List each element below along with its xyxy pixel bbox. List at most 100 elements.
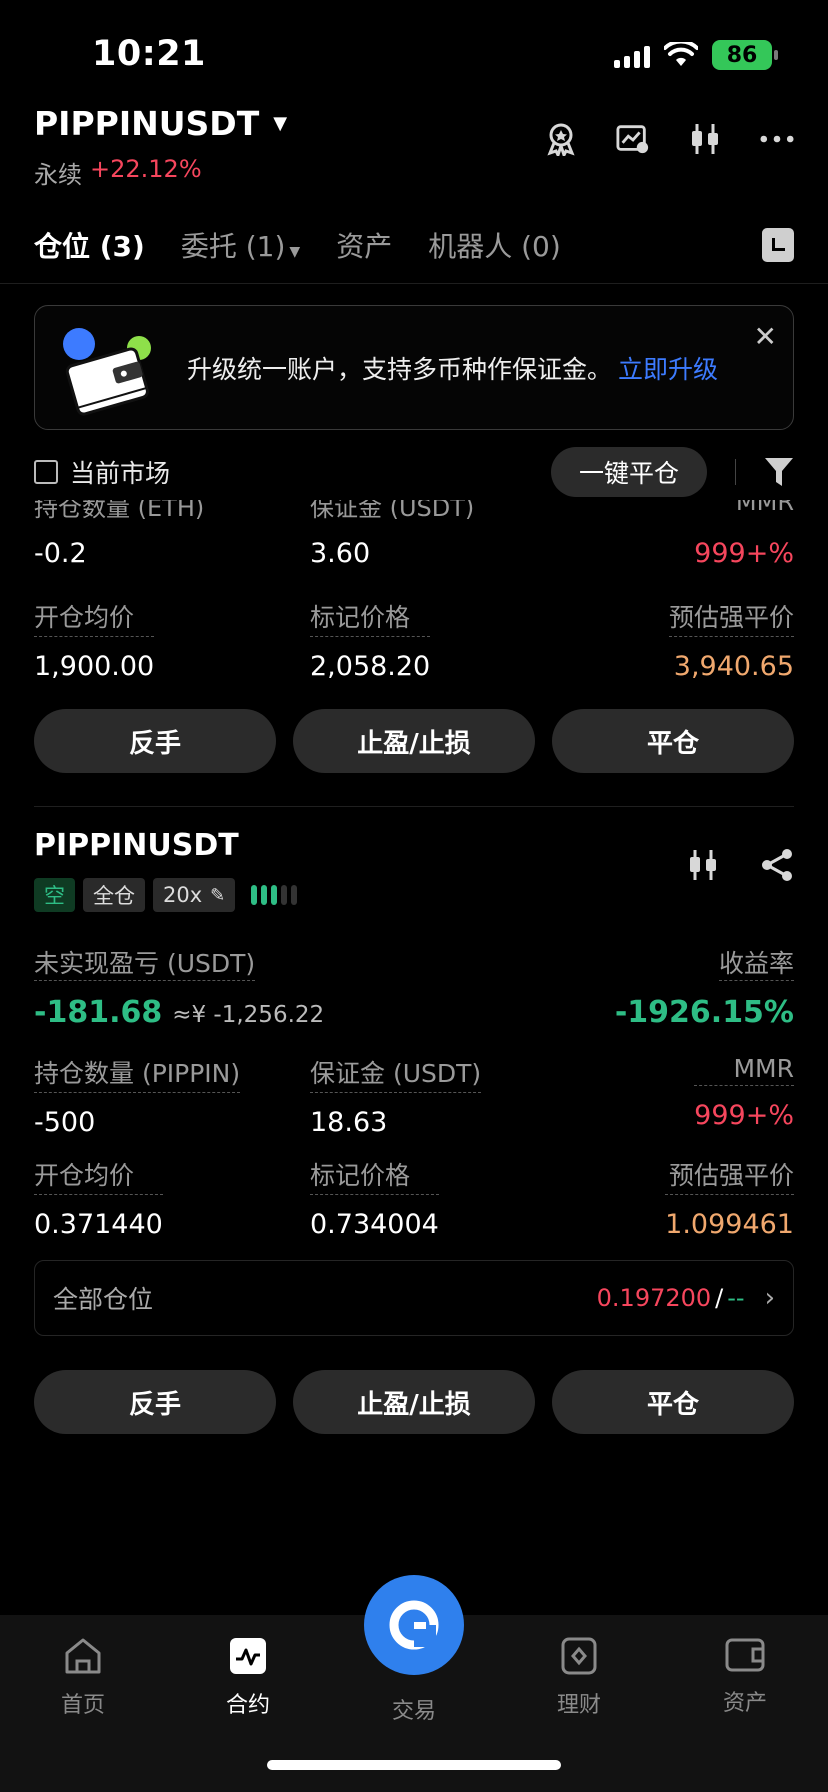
nav-home-label: 首页 — [60, 1693, 105, 1718]
mark-price-label: 标记价格 — [310, 598, 431, 637]
share-icon[interactable] — [760, 848, 794, 882]
mark-price-label: 标记价格 — [310, 1156, 439, 1195]
status-bar: 10:21 86 — [0, 0, 828, 110]
home-indicator — [267, 1760, 561, 1770]
unrealized-pnl-label: 未实现盈亏 (USDT) — [34, 944, 256, 981]
tab-bots[interactable]: 机器人 (0) — [428, 225, 561, 265]
tpsl-button[interactable]: 止盈/止损 — [293, 709, 535, 773]
chart-settings-icon[interactable] — [616, 122, 650, 156]
close-all-button[interactable]: 一键平仓 — [550, 447, 707, 497]
unrealized-pnl-value: -181.68 — [34, 995, 163, 1030]
leverage-badge[interactable]: 20x ✎ — [153, 878, 236, 912]
tab-assets-label: 资产 — [336, 230, 393, 263]
tab-assets[interactable]: 资产 — [336, 225, 392, 265]
margin-label: 保证金 (USDT) — [310, 1054, 482, 1093]
pair-header: PIPPINUSDT ▼ 永续 +22.12% — [34, 104, 794, 189]
position2-actions: 反手 止盈/止损 平仓 — [34, 1370, 794, 1434]
entry-price-label: 开仓均价 — [34, 1156, 163, 1195]
tpsl-button[interactable]: 止盈/止损 — [293, 1370, 535, 1434]
candlestick-icon[interactable] — [686, 848, 720, 882]
tab-orders[interactable]: 委托 (1) ▼ — [181, 225, 300, 265]
unrealized-pnl-cny: ≈¥ -1,256.22 — [172, 1002, 325, 1028]
entry-price-value: 1,900.00 — [34, 651, 155, 682]
header-actions — [544, 122, 794, 156]
position2-tags: 空 全仓 20x ✎ — [34, 878, 298, 912]
mmr-value: 999+% — [694, 1100, 794, 1131]
margin-value: 18.63 — [310, 1107, 388, 1138]
upgrade-banner[interactable]: 升级统一账户，支持多币种作保证金。 立即升级 ✕ — [34, 305, 794, 430]
liq-price-label: 预估强平价 — [665, 1156, 794, 1195]
side-badge: 空 — [34, 878, 75, 912]
wifi-icon — [664, 42, 698, 66]
mmr-value: 999+% — [694, 538, 794, 569]
all-positions-label: 全部仓位 — [53, 1285, 154, 1314]
qty-value: -500 — [34, 1107, 96, 1138]
roe-block: 收益率 -1926.15% — [615, 944, 794, 1030]
trade-icon — [389, 1600, 439, 1650]
all-positions-separator: / — [715, 1284, 724, 1312]
close-position-button[interactable]: 平仓 — [552, 1370, 794, 1434]
liq-price-value: 3,940.65 — [673, 651, 794, 682]
chevron-right-icon: › — [764, 1283, 775, 1313]
history-icon[interactable] — [762, 228, 794, 262]
more-icon[interactable] — [760, 122, 794, 156]
nav-assets[interactable]: 资产 — [690, 1637, 800, 1717]
caret-down-icon: ▼ — [289, 244, 301, 260]
divider — [34, 806, 794, 807]
all-positions-row[interactable]: 全部仓位 0.197200 / -- › — [34, 1260, 794, 1336]
current-market-checkbox[interactable] — [34, 460, 58, 484]
margin-mode-badge: 全仓 — [83, 878, 145, 912]
banner-message: 升级统一账户，支持多币种作保证金。 — [187, 355, 613, 384]
futures-icon — [230, 1638, 266, 1674]
current-market-label: 当前市场 — [70, 459, 171, 488]
badge-icon[interactable] — [544, 122, 578, 156]
reverse-button[interactable]: 反手 — [34, 709, 276, 773]
all-positions-dash: -- — [727, 1284, 745, 1312]
pair-subtitle: 永续 +22.12% — [34, 155, 794, 190]
trade-button[interactable] — [364, 1575, 464, 1675]
filter-icon[interactable] — [764, 456, 794, 488]
candlestick-icon[interactable] — [688, 122, 722, 156]
home-icon — [65, 1638, 101, 1674]
nav-earn[interactable]: 理财 — [524, 1637, 634, 1719]
nav-trade-label[interactable]: 交易 — [364, 1693, 464, 1725]
upgrade-link[interactable]: 立即升级 — [618, 355, 718, 384]
reverse-button[interactable]: 反手 — [34, 1370, 276, 1434]
qty-value: -0.2 — [34, 538, 87, 569]
nav-futures[interactable]: 合约 — [193, 1637, 303, 1719]
close-position-button[interactable]: 平仓 — [552, 709, 794, 773]
pair-name: PIPPINUSDT — [34, 104, 260, 143]
banner-text: 升级统一账户，支持多币种作保证金。 立即升级 — [187, 350, 718, 386]
roe-value: -1926.15% — [614, 995, 794, 1030]
qty-label: 持仓数量 (PIPPIN) — [34, 1054, 241, 1093]
wallet-icon — [725, 1638, 765, 1672]
roe-label: 收益率 — [718, 944, 794, 981]
margin-value: 3.60 — [310, 538, 371, 569]
tab-positions[interactable]: 仓位 (3) — [34, 225, 145, 265]
status-icons: 86 — [614, 40, 778, 70]
battery-indicator: 86 — [712, 40, 778, 70]
nav-home[interactable]: 首页 — [28, 1637, 138, 1719]
all-positions-liq: 0.197200 — [596, 1284, 712, 1312]
nav-futures-label: 合约 — [225, 1693, 270, 1718]
signal-icon — [614, 42, 650, 68]
mmr-label: MMR — [694, 1054, 794, 1086]
entry-price-value: 0.371440 — [34, 1209, 163, 1240]
position2-pair[interactable]: PIPPINUSDT — [34, 828, 239, 863]
liq-price-value: 1.099461 — [665, 1209, 794, 1240]
close-icon[interactable]: ✕ — [754, 320, 777, 353]
tab-bots-label: 机器人 (0) — [428, 230, 561, 263]
nav-earn-label: 理财 — [556, 1693, 601, 1718]
position1-actions: 反手 止盈/止损 平仓 — [34, 709, 794, 773]
position2-actions-icons — [686, 848, 794, 882]
wallet-illustration — [63, 328, 151, 416]
market-type: 永续 — [34, 161, 82, 189]
entry-price-label: 开仓均价 — [34, 598, 155, 637]
margin-label: 保证金 (USDT) — [310, 500, 475, 522]
price-change: +22.12% — [90, 155, 202, 183]
mmr-label: MMR — [735, 500, 794, 516]
position1-cut-labels: 持仓数量 (ETH) 保证金 (USDT) MMR — [34, 500, 794, 526]
edit-icon: ✎ — [210, 884, 226, 906]
position-tabs: 仓位 (3) 委托 (1) ▼ 资产 机器人 (0) — [34, 220, 794, 270]
mark-price-value: 0.734004 — [310, 1209, 439, 1240]
